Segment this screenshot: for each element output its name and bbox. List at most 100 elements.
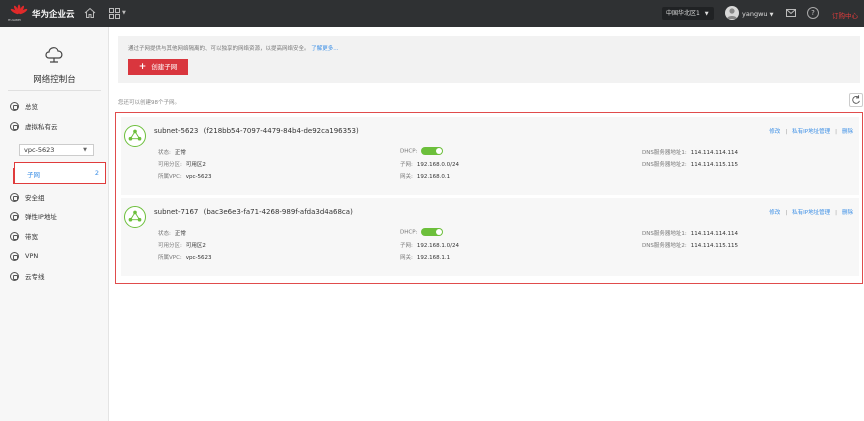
dhcp-toggle[interactable] xyxy=(421,228,444,236)
separator: | xyxy=(835,129,837,135)
console-title: 网络控制台 xyxy=(33,75,76,85)
vpc-select[interactable]: vpc-5623 ▼ xyxy=(19,144,94,156)
field-label: DNS服务器地址1: xyxy=(642,150,687,156)
field-label: DHCP: xyxy=(400,229,418,236)
az-field: 可用分区: 可用区2 xyxy=(158,160,206,168)
user-icon xyxy=(727,8,737,19)
separator: | xyxy=(785,210,788,216)
sidebar-item-subnet[interactable]: 子网 2 xyxy=(14,162,106,184)
sidebar-item-direct-connect[interactable]: 云专线 xyxy=(10,270,45,282)
separator: | xyxy=(835,210,837,216)
refresh-button[interactable] xyxy=(849,93,863,107)
dhcp-field: DHCP: xyxy=(400,228,444,236)
chevron-down-icon[interactable]: ▼ xyxy=(122,10,126,16)
private-ip-link[interactable]: 私有IP地址管理 xyxy=(792,210,830,216)
sidebar-item-label: 总览 xyxy=(25,103,38,111)
gateway-value: 192.168.0.1 xyxy=(416,174,451,180)
field-label: DNS服务器地址2: xyxy=(642,243,687,249)
home-icon[interactable] xyxy=(84,7,96,19)
vpc-value: vpc-5623 xyxy=(185,174,212,180)
direct-connect-icon xyxy=(10,271,19,281)
private-ip-link[interactable]: 私有IP地址管理 xyxy=(792,129,830,135)
delete-link[interactable]: 删除 xyxy=(842,129,853,135)
sidebar-item-label: 云专线 xyxy=(25,273,45,281)
security-group-icon xyxy=(10,192,19,202)
create-subnet-button[interactable]: + 创建子网 xyxy=(128,59,188,75)
field-label: DNS服务器地址2: xyxy=(642,162,687,168)
az-field: 可用分区: 可用区2 xyxy=(158,241,206,249)
subnet-icon xyxy=(124,125,146,147)
main-content: 通过子网提供与其他网络隔离的、可以独享的网络资源，以提高网络安全。 了解更多..… xyxy=(110,27,864,421)
field-label: 所属VPC: xyxy=(158,255,182,261)
logo-text: HUAWEI xyxy=(8,18,22,22)
subnet-card: subnet-5623 (f218bb54-7097-4479-84b4-de9… xyxy=(121,117,859,195)
bandwidth-icon xyxy=(10,231,19,241)
sidebar-item-label: 带宽 xyxy=(25,233,38,241)
field-label: 子网: xyxy=(400,243,413,249)
top-bar: HUAWEI 华为企业云 ▼ 中国华北区1 ▼ yangwu ▼ ? 订购中心 xyxy=(0,0,864,27)
sidebar-item-label: 虚拟私有云 xyxy=(25,123,58,131)
vpc-icon xyxy=(10,121,19,131)
avatar[interactable] xyxy=(725,6,739,20)
vpn-icon xyxy=(10,251,19,261)
subnet-title: subnet-5623 (f218bb54-7097-4479-84b4-de9… xyxy=(154,127,359,135)
dns1-field: DNS服务器地址1: 114.114.114.114 xyxy=(642,229,738,237)
network-console-icon xyxy=(45,47,63,63)
info-panel: 通过子网提供与其他网络隔离的、可以独享的网络资源，以提高网络安全。 了解更多..… xyxy=(118,36,860,83)
subnet-cidr-field: 子网: 192.168.0.0/24 xyxy=(400,160,459,168)
info-text: 通过子网提供与其他网络隔离的、可以独享的网络资源，以提高网络安全。 了解更多..… xyxy=(128,44,339,52)
vpc-select-value: vpc-5623 xyxy=(24,146,55,154)
vpc-field: 所属VPC: vpc-5623 xyxy=(158,253,212,261)
field-label: 子网: xyxy=(400,162,413,168)
sidebar-item-overview[interactable]: 总览 xyxy=(10,100,38,112)
subnet-title: subnet-7167 (bac3e6e3-fa71-4268-989f-afd… xyxy=(154,208,353,216)
sidebar-item-bandwidth[interactable]: 带宽 xyxy=(10,230,38,242)
field-label: 状态: xyxy=(158,150,171,156)
divider xyxy=(8,90,101,91)
dns1-value: 114.114.114.114 xyxy=(690,150,738,156)
sidebar-item-label: VPN xyxy=(25,252,39,260)
dhcp-field: DHCP: xyxy=(400,147,444,155)
region-label: 中国华北区1 xyxy=(666,10,700,17)
subnet-list: subnet-5623 (f218bb54-7097-4479-84b4-de9… xyxy=(115,112,863,284)
info-description: 通过子网提供与其他网络隔离的、可以独享的网络资源，以提高网络安全。 xyxy=(128,46,310,52)
delete-link[interactable]: 删除 xyxy=(842,210,853,216)
subnet-name: subnet-5623 xyxy=(154,127,199,135)
dns2-field: DNS服务器地址2: 114.114.115.115 xyxy=(642,160,738,168)
sidebar-item-label: 弹性IP地址 xyxy=(25,213,57,221)
mail-icon[interactable] xyxy=(786,9,796,17)
subnet-icon xyxy=(124,206,146,228)
field-label: 网关: xyxy=(400,255,413,261)
sidebar-item-label: 安全组 xyxy=(25,194,45,202)
field-label: DHCP: xyxy=(400,148,418,155)
sidebar-item-security-group[interactable]: 安全组 xyxy=(10,191,45,203)
gateway-field: 网关: 192.168.1.1 xyxy=(400,253,450,261)
sidebar-item-vpc[interactable]: 虚拟私有云 xyxy=(10,120,58,132)
brand-name[interactable]: 华为企业云 xyxy=(32,8,75,20)
learn-more-link[interactable]: 了解更多... xyxy=(311,46,338,52)
edit-link[interactable]: 修改 xyxy=(769,129,780,135)
sidebar-item-eip[interactable]: 弹性IP地址 xyxy=(10,210,57,222)
az-value: 可用区2 xyxy=(185,243,206,249)
dns2-value: 114.114.115.115 xyxy=(690,162,738,168)
dns2-field: DNS服务器地址2: 114.114.115.115 xyxy=(642,241,738,249)
dhcp-toggle[interactable] xyxy=(421,147,444,155)
help-icon[interactable]: ? xyxy=(807,7,819,19)
dns1-value: 114.114.114.114 xyxy=(690,231,738,237)
service-list-icon[interactable] xyxy=(109,8,120,19)
cidr-value: 192.168.1.0/24 xyxy=(416,243,459,249)
gateway-value: 192.168.1.1 xyxy=(416,255,451,261)
vpc-field: 所属VPC: vpc-5623 xyxy=(158,172,212,180)
quota-text: 您还可以创建98个子网。 xyxy=(118,100,180,106)
vpc-value: vpc-5623 xyxy=(185,255,212,261)
username-menu[interactable]: yangwu ▼ xyxy=(742,10,773,18)
create-subnet-label: 创建子网 xyxy=(151,63,178,71)
region-selector[interactable]: 中国华北区1 ▼ xyxy=(662,7,714,20)
account-center-link[interactable]: 订购中心 xyxy=(832,10,858,20)
sidebar-item-vpn[interactable]: VPN xyxy=(10,250,38,262)
edit-link[interactable]: 修改 xyxy=(769,210,780,216)
field-label: 网关: xyxy=(400,174,413,180)
username-label: yangwu xyxy=(742,10,768,18)
status-value: 正常 xyxy=(174,231,186,237)
field-label: 状态: xyxy=(158,231,171,237)
